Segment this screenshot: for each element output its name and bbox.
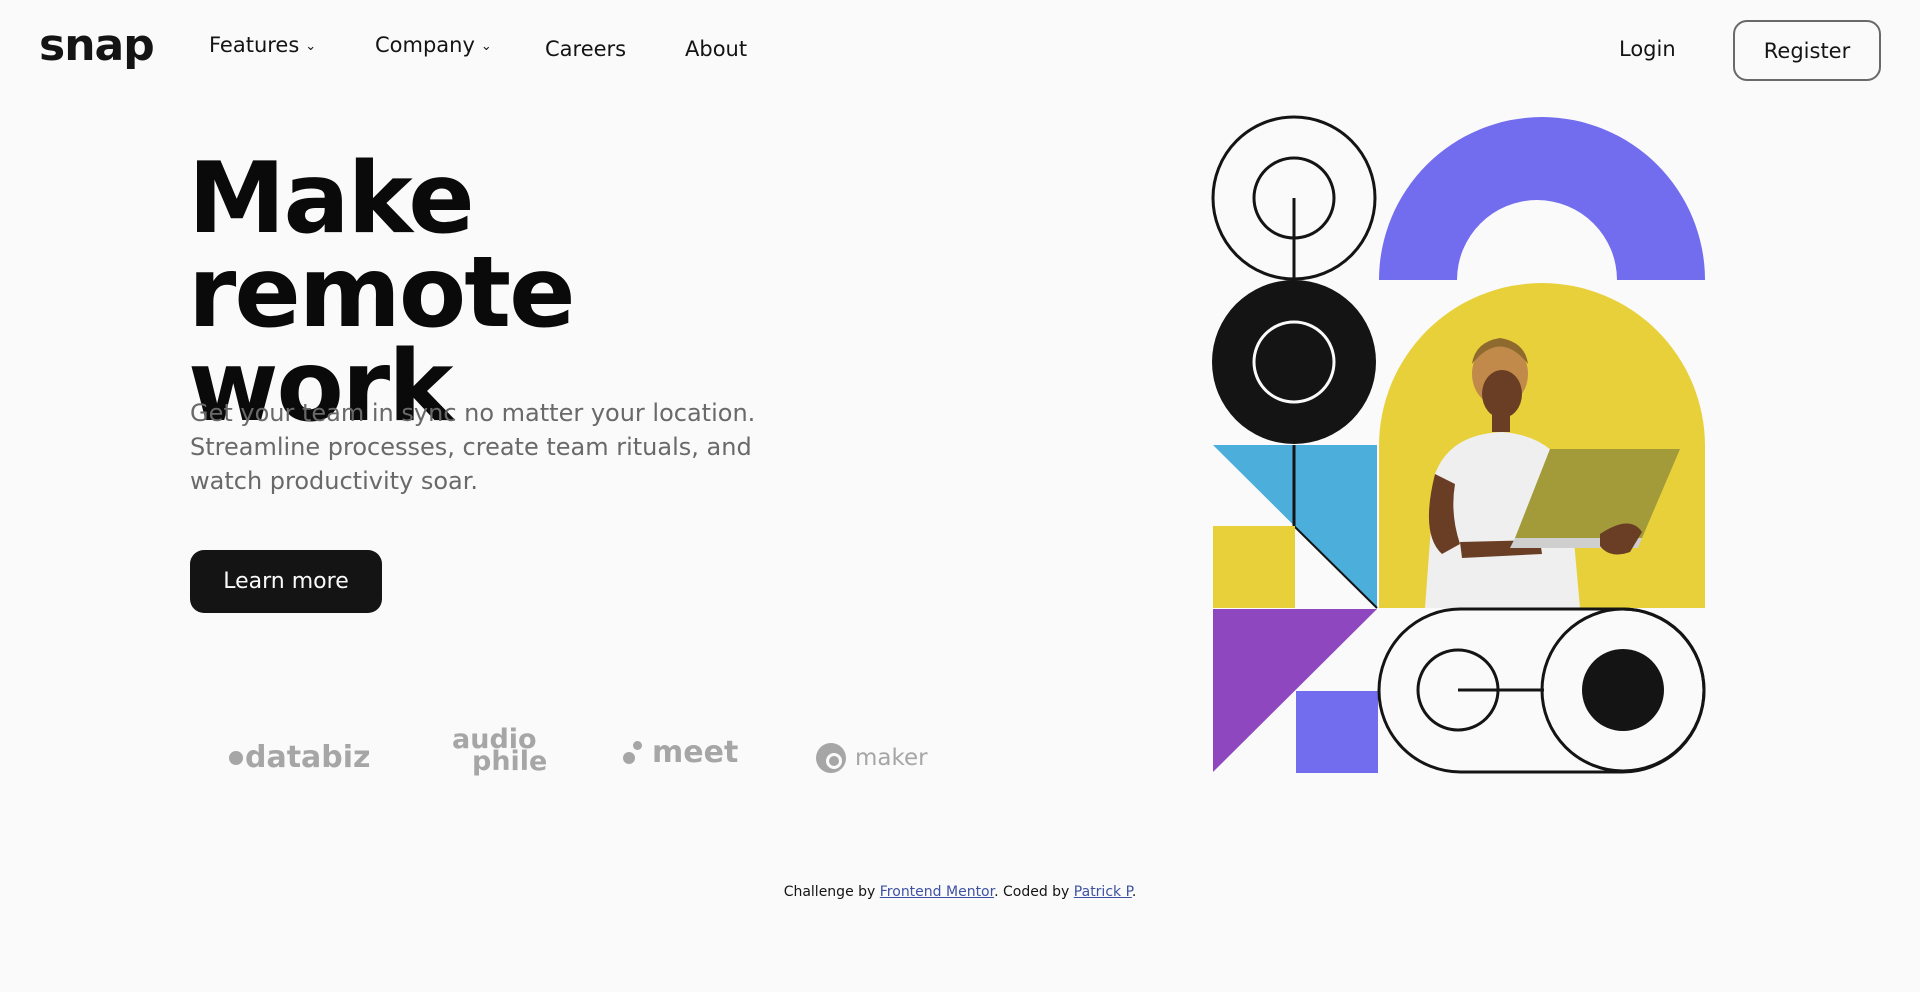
- hero-title: Make remote work: [188, 150, 888, 436]
- meet-dots-icon: [623, 741, 642, 764]
- snap-logo[interactable]: snap: [39, 20, 155, 72]
- violet-arch-shape: [1379, 117, 1705, 280]
- nav-features-label: Features: [209, 33, 300, 57]
- client-logo-meet: meet: [623, 735, 738, 770]
- violet-square-shape: [1296, 691, 1378, 773]
- chevron-down-icon: ⌄: [305, 39, 317, 54]
- nav-about[interactable]: About: [685, 34, 747, 64]
- register-button[interactable]: Register: [1733, 20, 1881, 81]
- attribution-footer: Challenge by Frontend Mentor. Coded by P…: [0, 884, 1920, 900]
- hero-illustration: [1211, 115, 1706, 774]
- client-logo-audiophile: audio phile: [452, 726, 548, 777]
- footer-suffix: .: [1131, 884, 1137, 900]
- nav-careers[interactable]: Careers: [545, 34, 626, 64]
- client-name: databiz: [245, 740, 371, 775]
- outline-circle-top: [1211, 115, 1377, 284]
- learn-more-button[interactable]: Learn more: [190, 550, 382, 613]
- yellow-square-shape: [1213, 526, 1295, 608]
- maker-swirl-icon: [816, 743, 846, 773]
- black-circle-shape: [1212, 280, 1376, 444]
- footer-prefix: Challenge by: [783, 884, 880, 900]
- nav-company-label: Company: [375, 33, 475, 57]
- client-name-second-line: phile: [472, 746, 548, 777]
- frontend-mentor-link[interactable]: Frontend Mentor: [880, 884, 994, 900]
- hero-subtitle: Get your team in sync no matter your loc…: [190, 399, 756, 495]
- client-logo-databiz: databiz: [229, 740, 371, 775]
- databiz-dot-icon: [229, 750, 243, 765]
- chevron-down-icon: ⌄: [480, 39, 492, 54]
- client-name: meet: [652, 735, 739, 770]
- author-link[interactable]: Patrick P: [1074, 884, 1132, 900]
- nav-company[interactable]: Company ⌄: [375, 30, 492, 64]
- hero-title-line-1: Make remote: [188, 142, 576, 350]
- client-logo-maker: maker: [815, 742, 928, 774]
- client-name: maker: [855, 745, 928, 771]
- login-link[interactable]: Login: [1619, 34, 1676, 64]
- footer-middle: . Coded by: [994, 884, 1074, 900]
- nav-features[interactable]: Features ⌄: [209, 30, 316, 64]
- capsule-toggle-shape: [1377, 607, 1706, 774]
